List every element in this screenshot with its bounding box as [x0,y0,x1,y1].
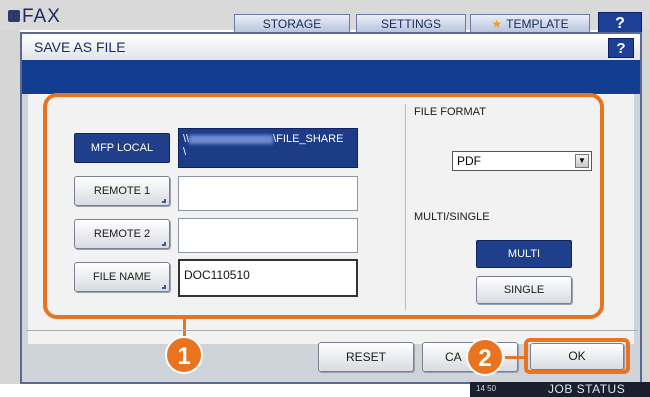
clock: 14 50 [476,384,497,393]
callout-2-highlight [524,338,630,374]
tab-storage[interactable]: STORAGE [234,14,350,34]
help-button-background[interactable]: ? [598,12,642,34]
reset-button[interactable]: RESET [318,342,414,372]
job-status-button[interactable]: JOB STATUS [548,382,625,396]
app-title: FAX [22,6,61,27]
bottom-divider [26,330,638,331]
star-icon: ★ [491,17,503,31]
tab-template[interactable]: ★ TEMPLATE [470,14,590,34]
callout-2-badge: 2 [466,338,504,376]
dialog-header-band [22,60,640,94]
tab-settings[interactable]: SETTINGS [356,14,466,34]
dialog-title-bar: SAVE AS FILE ? [22,34,640,60]
tab-template-label: TEMPLATE [506,17,569,31]
dialog-help-button[interactable]: ? [608,38,634,58]
callout-1-badge: 1 [165,336,203,374]
background-left-edge [0,30,20,384]
fax-icon [8,10,20,22]
callout-1-highlight [43,93,604,319]
app-top-bar: FAX STORAGE SETTINGS ★ TEMPLATE ? [0,0,650,34]
dialog-title: SAVE AS FILE [34,39,126,55]
callout-2-leader [505,356,527,359]
background-right-edge [642,30,650,384]
